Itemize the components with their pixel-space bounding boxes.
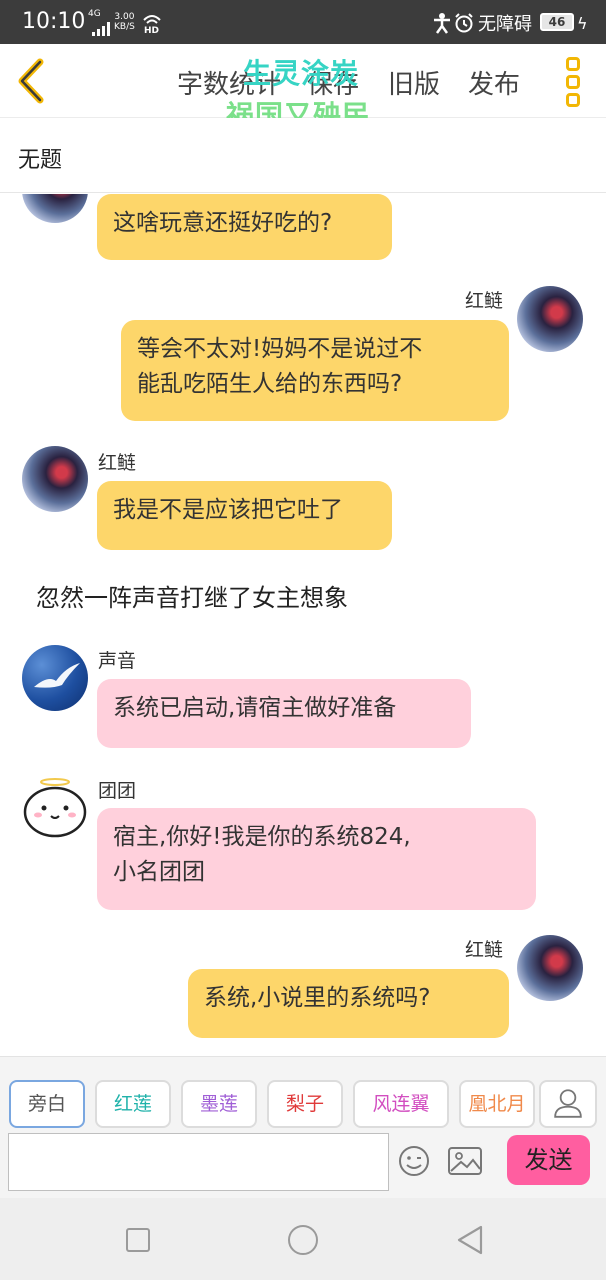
character-chip[interactable]: 墨莲 <box>181 1080 257 1128</box>
back-button[interactable] <box>12 56 52 106</box>
publish-button[interactable]: 发布 <box>468 64 520 101</box>
image-icon[interactable] <box>448 1147 482 1175</box>
system-nav-bar <box>0 1198 606 1280</box>
avatar-hongjian[interactable] <box>22 446 88 512</box>
message-line: 能乱吃陌生人给的东西吗? <box>137 371 403 397</box>
sender-name: 红鲢 <box>98 452 137 474</box>
sender-name: 团团 <box>98 780 137 802</box>
speed-unit: KB/S <box>114 22 135 32</box>
back-triangle-icon[interactable] <box>455 1224 485 1256</box>
message-input[interactable] <box>8 1133 389 1191</box>
user-icon <box>554 1089 582 1118</box>
character-chip[interactable]: 红莲 <box>95 1080 171 1128</box>
speed-value: 3.00 <box>114 12 135 22</box>
message-line: 等会不太对!妈妈不是说过不 <box>137 336 423 362</box>
message-bubble[interactable]: 宿主,你好!我是你的系统824, 小名团团 <box>97 808 536 910</box>
sender-name: 红鲢 <box>465 939 504 961</box>
bird-icon <box>34 663 80 688</box>
narration-text[interactable]: 忽然一阵声音打继了女主想象 <box>36 578 348 613</box>
message-line: 宿主,你好!我是你的系统824, <box>113 824 411 850</box>
message-bubble[interactable]: 我是不是应该把它吐了 <box>97 481 392 550</box>
menu-dot-icon <box>566 93 580 107</box>
avatar-hongjian[interactable] <box>517 286 583 352</box>
accessibility-label: 无障碍 <box>478 14 532 35</box>
hd-label: HD <box>144 26 159 34</box>
old-version-button[interactable]: 旧版 <box>388 64 440 101</box>
watermark-line-1: 生灵涂炭 <box>243 57 360 90</box>
message-bubble[interactable]: 等会不太对!妈妈不是说过不 能乱吃陌生人给的东西吗? <box>121 320 509 421</box>
menu-dot-icon <box>566 57 580 71</box>
message-line: 小名团团 <box>113 859 205 885</box>
avatar-tuantuan[interactable] <box>22 774 88 840</box>
composer-toolbar: 旁白 红莲 墨莲 梨子 风连翼 凰北月 发送 <box>0 1056 606 1198</box>
chat-area[interactable]: 这啥玩意还挺好吃的? 红鲢 等会不太对!妈妈不是说过不 能乱吃陌生人给的东西吗?… <box>0 194 606 1056</box>
mascot-icon <box>23 778 87 838</box>
signal-icon <box>92 22 110 36</box>
sender-name: 红鲢 <box>465 290 504 312</box>
story-title: 无题 <box>18 148 63 173</box>
alarm-icon <box>455 13 473 33</box>
avatar-hongjian[interactable] <box>22 194 88 223</box>
character-chip-narrator[interactable]: 旁白 <box>9 1080 85 1128</box>
message-bubble[interactable]: 这啥玩意还挺好吃的? <box>97 194 392 260</box>
charging-icon: ϟ <box>577 14 588 33</box>
message-bubble[interactable]: 系统,小说里的系统吗? <box>188 969 509 1038</box>
character-manage-button[interactable] <box>539 1080 597 1128</box>
network-type: 4G <box>88 9 101 19</box>
accessibility-icon <box>434 13 450 34</box>
character-chip[interactable]: 风连翼 <box>353 1080 449 1128</box>
menu-dot-icon <box>566 75 580 89</box>
wifi-hd-icon: HD <box>143 15 161 34</box>
recent-apps-icon[interactable] <box>126 1228 150 1252</box>
status-bar: 10:10 4G 3.00 KB/S HD 无障碍 46 ϟ <box>0 0 606 44</box>
avatar-sound[interactable] <box>22 645 88 711</box>
character-chip[interactable]: 凰北月 <box>459 1080 535 1128</box>
message-bubble[interactable]: 系统已启动,请宿主做好准备 <box>97 679 471 748</box>
battery-icon: 46 <box>540 13 574 31</box>
story-title-row[interactable]: 无题 <box>0 118 606 193</box>
status-time: 10:10 <box>22 9 86 34</box>
more-menu-button[interactable] <box>563 54 583 110</box>
home-icon[interactable] <box>288 1225 318 1255</box>
emoji-icon[interactable] <box>398 1145 430 1177</box>
network-speed: 3.00 KB/S <box>114 12 135 32</box>
character-chip[interactable]: 梨子 <box>267 1080 343 1128</box>
avatar-hongjian[interactable] <box>517 935 583 1001</box>
sender-name: 声音 <box>98 650 137 672</box>
send-button[interactable]: 发送 <box>507 1135 590 1185</box>
